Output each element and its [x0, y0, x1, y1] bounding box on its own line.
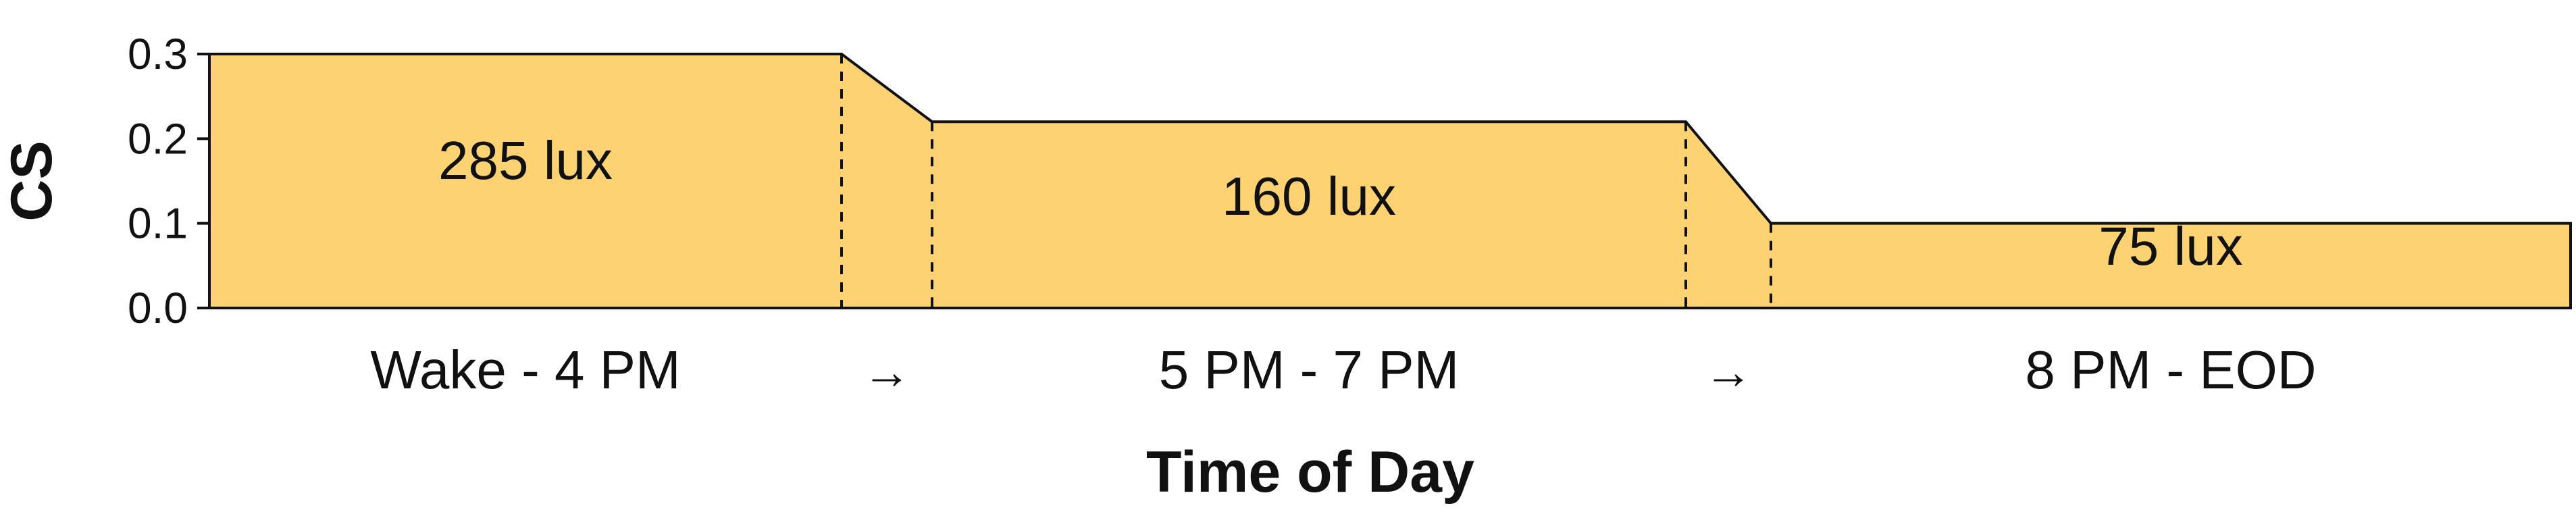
- y-tick-label: 0.1: [128, 199, 188, 248]
- x-axis-title: Time of Day: [1146, 440, 1474, 505]
- y-tick-label: 0.3: [128, 30, 188, 78]
- y-tick-label: 0.0: [128, 284, 188, 332]
- area-label: 75 lux: [2098, 216, 2242, 276]
- x-category-label: 5 PM - 7 PM: [1159, 340, 1460, 400]
- x-category-label: 8 PM - EOD: [2025, 340, 2316, 400]
- transition-arrow: →: [1704, 345, 1753, 399]
- area-label: 160 lux: [1222, 166, 1396, 226]
- area-label: 285 lux: [438, 130, 613, 190]
- y-tick-label: 0.2: [128, 114, 188, 163]
- x-category-label: Wake - 4 PM: [370, 340, 680, 400]
- y-axis-title: CS: [0, 140, 64, 221]
- cs-light-chart: 0.0 0.1 0.2 0.3 285 lux 160 lux 75 lux Wake - 4…: [0, 30, 2572, 505]
- transition-arrow: →: [862, 345, 911, 399]
